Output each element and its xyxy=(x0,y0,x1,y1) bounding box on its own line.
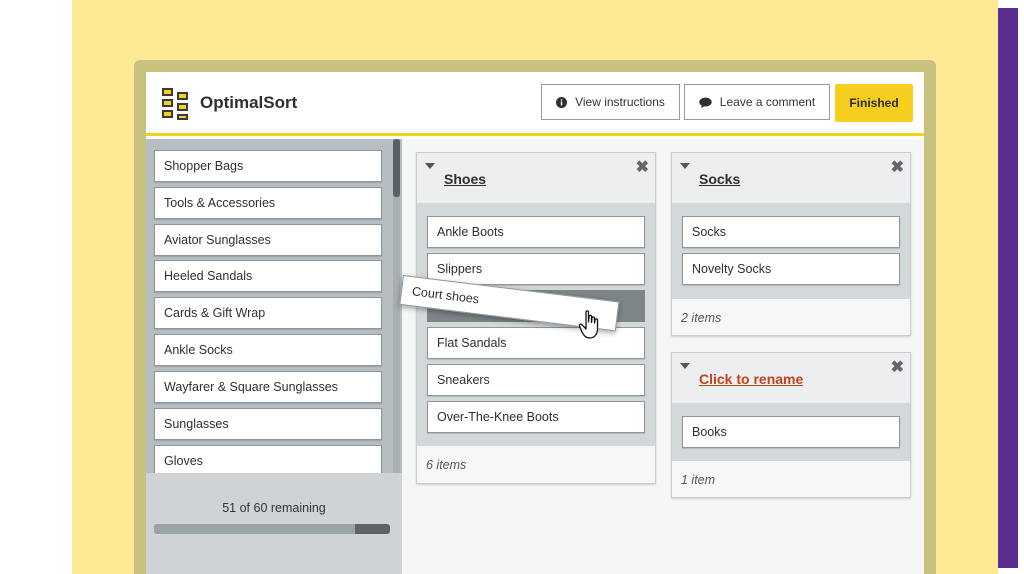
collapse-caret-icon[interactable] xyxy=(425,163,435,169)
sidebar-card[interactable]: Ankle Socks xyxy=(154,334,382,366)
sidebar-footer: 51 of 60 remaining xyxy=(146,473,402,574)
close-icon[interactable]: ✖ xyxy=(636,157,649,177)
sidebar-card[interactable]: Tools & Accessories xyxy=(154,187,382,219)
sidebar-card[interactable]: Gloves xyxy=(154,445,382,473)
group-item-count: 6 items xyxy=(426,458,467,472)
progress-fill xyxy=(154,524,355,534)
group-unnamed: Click to rename ✖ Books 1 item xyxy=(671,352,911,498)
hand-cursor-icon xyxy=(578,310,599,339)
group-header: Shoes ✖ xyxy=(417,153,655,203)
group-header: Click to rename ✖ xyxy=(672,353,910,403)
progress-bar xyxy=(154,524,390,534)
info-icon xyxy=(556,96,568,108)
left-margin xyxy=(0,0,72,574)
close-icon[interactable]: ✖ xyxy=(891,357,904,377)
group-rename-link[interactable]: Click to rename xyxy=(699,371,803,387)
sidebar-card[interactable]: Wayfarer & Square Sunglasses xyxy=(154,371,382,403)
group-card-area[interactable]: Ankle Boots Slippers Flat Sandals Sneake… xyxy=(417,203,655,446)
group-title[interactable]: Shoes xyxy=(444,171,486,187)
group-card[interactable]: Flat Sandals xyxy=(427,327,645,359)
group-item-count: 2 items xyxy=(681,310,722,325)
sidebar-card[interactable]: Heeled Sandals xyxy=(154,260,382,292)
group-card[interactable]: Sneakers xyxy=(427,364,645,396)
sidebar-scrollbar[interactable] xyxy=(393,139,400,473)
view-instructions-label: View instructions xyxy=(575,95,665,109)
group-card[interactable]: Socks xyxy=(682,216,900,248)
optimalsort-app: OptimalSort View instructions Leave a co… xyxy=(146,72,924,574)
group-card[interactable]: Ankle Boots xyxy=(427,216,645,248)
sidebar-card[interactable]: Sunglasses xyxy=(154,408,382,440)
group-item-count: 1 item xyxy=(681,472,716,487)
group-card-area[interactable]: Socks Novelty Socks xyxy=(672,203,910,299)
sidebar-card[interactable]: Shopper Bags xyxy=(154,150,382,182)
close-icon[interactable]: ✖ xyxy=(891,157,904,177)
view-instructions-button[interactable]: View instructions xyxy=(541,84,680,120)
unsorted-card-list[interactable]: Shopper Bags Tools & Accessories Aviator… xyxy=(146,139,402,473)
group-socks: Socks ✖ Socks Novelty Socks 2 items xyxy=(671,152,911,336)
group-card[interactable]: Novelty Socks xyxy=(682,253,900,285)
remaining-count: 51 of 60 remaining xyxy=(222,501,326,515)
finished-button[interactable]: Finished xyxy=(835,84,913,122)
group-header: Socks ✖ xyxy=(672,153,910,203)
sorting-workspace: Shoes ✖ Ankle Boots Slippers Flat Sandal… xyxy=(402,139,924,574)
collapse-caret-icon[interactable] xyxy=(680,363,690,369)
group-card[interactable]: Over-The-Knee Boots xyxy=(427,401,645,433)
sidebar-card[interactable]: Aviator Sunglasses xyxy=(154,224,382,256)
card-list-sidebar: Shopper Bags Tools & Accessories Aviator… xyxy=(146,139,402,574)
card-grid-icon xyxy=(162,88,190,120)
leave-comment-button[interactable]: Leave a comment xyxy=(684,84,830,120)
group-card[interactable]: Slippers xyxy=(427,253,645,285)
leave-comment-label: Leave a comment xyxy=(719,95,816,109)
comment-icon xyxy=(699,97,712,108)
collapse-caret-icon[interactable] xyxy=(680,163,690,169)
sidebar-card[interactable]: Cards & Gift Wrap xyxy=(154,297,382,329)
group-card-area[interactable]: Books xyxy=(672,403,910,461)
group-title[interactable]: Socks xyxy=(699,171,740,187)
group-card[interactable]: Books xyxy=(682,416,900,448)
slide-accent-bar xyxy=(998,8,1018,568)
app-name: OptimalSort xyxy=(200,93,298,112)
logo: OptimalSort xyxy=(162,88,298,120)
app-header: OptimalSort View instructions Leave a co… xyxy=(146,72,924,136)
scrollbar-thumb[interactable] xyxy=(393,139,400,197)
